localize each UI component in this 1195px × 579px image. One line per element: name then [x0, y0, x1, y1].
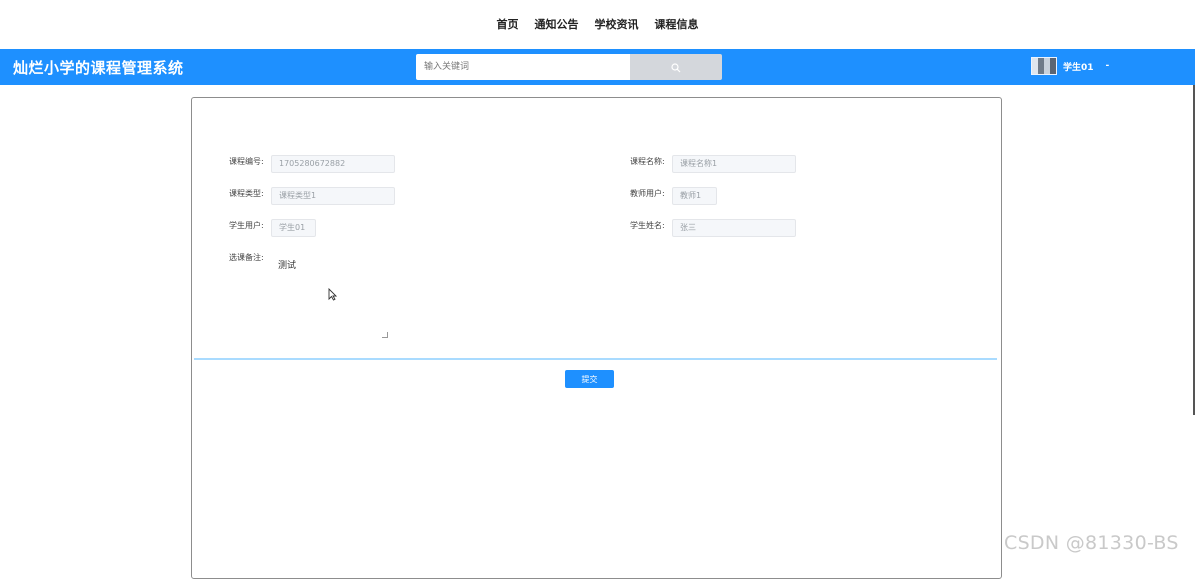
nav-notices[interactable]: 通知公告 [535, 16, 579, 32]
user-menu[interactable]: 学生01 - [1031, 53, 1109, 79]
avatar [1031, 57, 1057, 75]
form-divider [194, 358, 997, 360]
course-name-field[interactable]: 课程名称1 [672, 155, 796, 173]
user-name: 学生01 [1063, 62, 1094, 73]
nav-home[interactable]: 首页 [497, 16, 519, 32]
nav-course-info[interactable]: 课程信息 [655, 16, 699, 32]
search-input[interactable] [416, 54, 630, 80]
top-navigation: 首页 通知公告 学校资讯 课程信息 [0, 0, 1195, 48]
teacher-user-label: 教师用户: [630, 189, 665, 198]
course-name-label: 课程名称: [630, 157, 665, 166]
nav-school-news[interactable]: 学校资讯 [595, 16, 639, 32]
student-user-field[interactable]: 学生01 [271, 219, 316, 237]
course-no-label: 课程编号: [229, 157, 264, 166]
course-no-field[interactable]: 1705280672882 [271, 155, 395, 173]
student-name-field[interactable]: 张三 [672, 219, 796, 237]
watermark: CSDN @81330-BS [1004, 532, 1179, 554]
chevron-down-icon: - [1105, 61, 1110, 71]
remark-text: 测试 [278, 261, 297, 271]
site-title: 灿烂小学的课程管理系统 [13, 59, 184, 77]
teacher-user-field[interactable]: 教师1 [672, 187, 717, 205]
resize-handle[interactable] [382, 332, 388, 338]
course-selection-form: 课程编号: 1705280672882 课程名称: 课程名称1 课程类型: 课程… [191, 97, 1002, 579]
header-bar: 灿烂小学的课程管理系统 学生01 - [0, 49, 1195, 85]
submit-button[interactable]: 提交 [565, 370, 614, 388]
student-user-label: 学生用户: [229, 221, 264, 230]
course-type-label: 课程类型: [229, 189, 264, 198]
search-icon [671, 58, 681, 77]
search-button[interactable] [630, 54, 722, 80]
mouse-cursor-icon [328, 286, 338, 305]
course-type-field[interactable]: 课程类型1 [271, 187, 395, 205]
student-name-label: 学生姓名: [630, 221, 665, 230]
remark-label: 选课备注: [229, 253, 264, 262]
